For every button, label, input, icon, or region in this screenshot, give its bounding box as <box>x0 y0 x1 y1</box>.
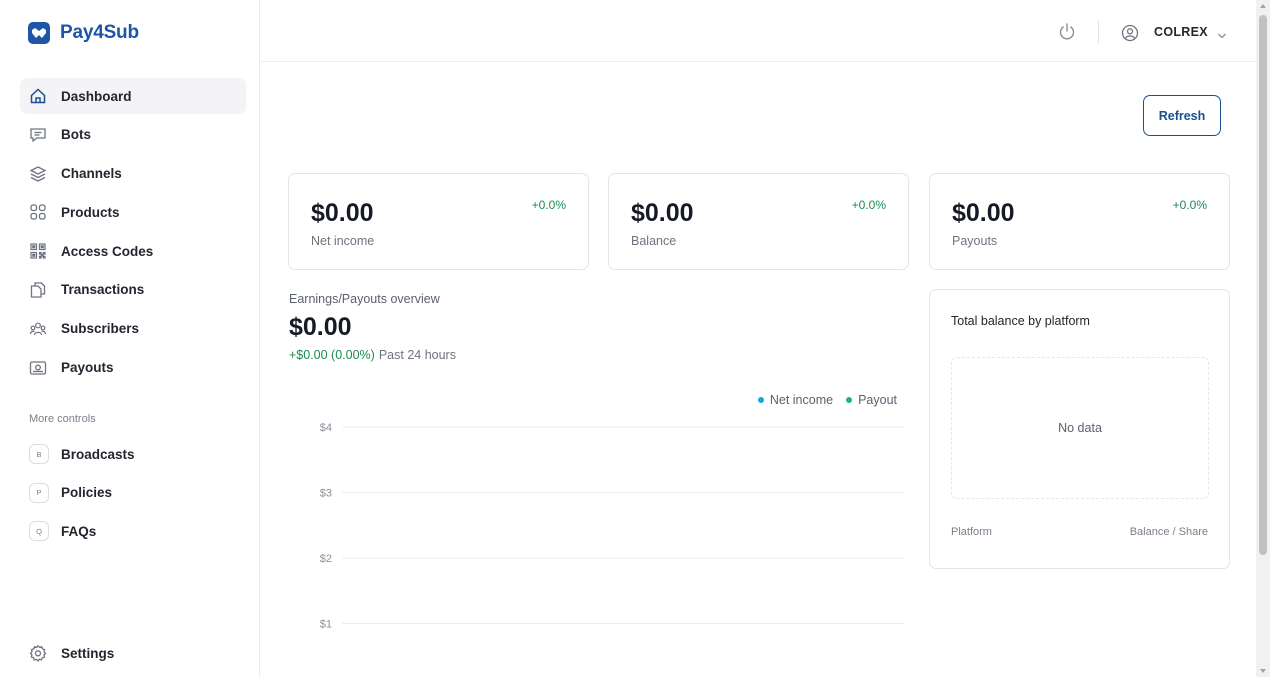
sidebar-item-label: Dashboard <box>61 88 132 104</box>
y-tick-label: $1 <box>320 619 332 631</box>
sidebar-item-payouts[interactable]: Payouts <box>20 350 246 386</box>
sidebar-item-label: Products <box>61 204 120 220</box>
top-header: COLREX <box>261 0 1256 62</box>
legend-item-payout[interactable]: Payout <box>846 393 897 407</box>
platform-balance-card: Total balance by platform No data Platfo… <box>929 289 1230 569</box>
stat-change: +0.0% <box>851 198 886 212</box>
letter-badge: B <box>29 444 49 464</box>
power-icon[interactable] <box>1057 22 1077 42</box>
gear-icon <box>29 644 47 662</box>
sidebar-item-label: Payouts <box>61 360 114 376</box>
copy-icon <box>29 281 47 299</box>
sidebar-item-settings[interactable]: Settings <box>29 640 114 666</box>
sidebar-item-subscribers[interactable]: Subscribers <box>20 311 246 347</box>
legend-item-net-income[interactable]: Net income <box>757 393 834 407</box>
brand[interactable]: Pay4Sub <box>28 22 139 44</box>
balance-share-column-header: Balance / Share <box>1129 526 1208 538</box>
stat-label: Payouts <box>952 234 998 248</box>
sidebar-item-faqs[interactable]: Q FAQs <box>20 513 246 549</box>
chevron-down-icon <box>1216 28 1228 39</box>
sidebar-item-products[interactable]: Products <box>20 194 246 230</box>
y-tick-label: $2 <box>320 553 332 565</box>
overview-value: $0.00 <box>289 313 352 341</box>
legend-label: Payout <box>858 393 897 407</box>
sidebar-item-label: Policies <box>61 485 113 500</box>
more-controls-nav: B Broadcasts P Policies Q FAQs <box>20 436 246 552</box>
legend-dot-payout <box>846 397 853 403</box>
overview-period: Past 24 hours <box>378 348 456 362</box>
sidebar-item-label: Subscribers <box>61 321 140 337</box>
platform-title: Total balance by platform <box>951 314 1090 328</box>
scroll-thumb[interactable] <box>1259 15 1267 555</box>
grid-icon <box>29 203 47 221</box>
settings-label: Settings <box>61 645 115 661</box>
y-tick-label: $3 <box>320 488 332 500</box>
brand-logo-icon <box>28 22 50 44</box>
letter-badge: Q <box>29 521 49 541</box>
balance-card: $0.00 Balance +0.0% <box>608 173 909 270</box>
sidebar-item-dashboard[interactable]: Dashboard <box>20 78 246 114</box>
sidebar-item-transactions[interactable]: Transactions <box>20 272 246 308</box>
sidebar-item-bots[interactable]: Bots <box>20 117 246 153</box>
page-scrollbar[interactable] <box>1256 0 1270 677</box>
users-icon <box>29 320 47 338</box>
overview-change: +$0.00 (0.00%) <box>289 348 375 362</box>
chart-legend: Net income Payout <box>745 393 897 407</box>
sidebar-item-label: FAQs <box>61 523 97 539</box>
stat-label: Balance <box>631 234 677 248</box>
sidebar-item-policies[interactable]: P Policies <box>20 475 246 511</box>
home-icon <box>29 87 47 105</box>
net-income-card: $0.00 Net income +0.0% <box>288 173 589 270</box>
no-data-text: No data <box>1058 421 1102 435</box>
user-circle-icon <box>1121 24 1139 42</box>
message-icon <box>29 126 47 144</box>
overview-title: Earnings/Payouts overview <box>289 292 440 306</box>
legend-dot-net-income <box>757 397 764 403</box>
main-nav: Dashboard Bots Channels Products Access … <box>20 78 246 388</box>
payouts-card: $0.00 Payouts +0.0% <box>929 173 1230 270</box>
money-icon <box>29 359 47 377</box>
header-divider <box>1098 20 1099 44</box>
stat-change: +0.0% <box>1172 198 1207 212</box>
earnings-overview: Earnings/Payouts overview $0.00 +$0.00 (… <box>289 290 909 677</box>
sidebar-item-access-codes[interactable]: Access Codes <box>20 233 246 269</box>
refresh-button[interactable]: Refresh <box>1143 95 1221 136</box>
no-data-placeholder: No data <box>951 357 1209 499</box>
stat-value: $0.00 <box>311 199 374 227</box>
overview-change-line: +$0.00 (0.00%) Past 24 hours <box>289 348 456 362</box>
sidebar-item-label: Bots <box>61 127 91 143</box>
more-controls-title: More controls <box>29 413 96 425</box>
earnings-chart: $4 $3 $2 $1 <box>320 422 904 631</box>
stat-change: +0.0% <box>531 198 566 212</box>
platform-column-header: Platform <box>951 526 992 538</box>
stat-value: $0.00 <box>631 199 694 227</box>
brand-name: Pay4Sub <box>60 22 139 43</box>
sidebar-item-label: Access Codes <box>61 243 154 259</box>
y-tick-label: $4 <box>320 422 332 434</box>
scroll-up-arrow-icon[interactable] <box>1260 4 1266 8</box>
sidebar-item-label: Channels <box>61 166 122 182</box>
sidebar-item-label: Transactions <box>61 282 145 298</box>
qr-code-icon <box>29 242 47 260</box>
user-name: COLREX <box>1154 25 1208 39</box>
scroll-down-arrow-icon[interactable] <box>1260 669 1266 673</box>
stat-value: $0.00 <box>952 199 1015 227</box>
sidebar: Pay4Sub Dashboard Bots Channels Products… <box>0 0 260 677</box>
letter-badge: P <box>29 482 49 503</box>
stat-label: Net income <box>311 234 375 248</box>
legend-label: Net income <box>769 393 834 407</box>
sidebar-item-broadcasts[interactable]: B Broadcasts <box>20 436 246 472</box>
layers-icon <box>29 165 47 183</box>
sidebar-item-label: Broadcasts <box>61 446 135 462</box>
sidebar-item-channels[interactable]: Channels <box>20 156 246 192</box>
